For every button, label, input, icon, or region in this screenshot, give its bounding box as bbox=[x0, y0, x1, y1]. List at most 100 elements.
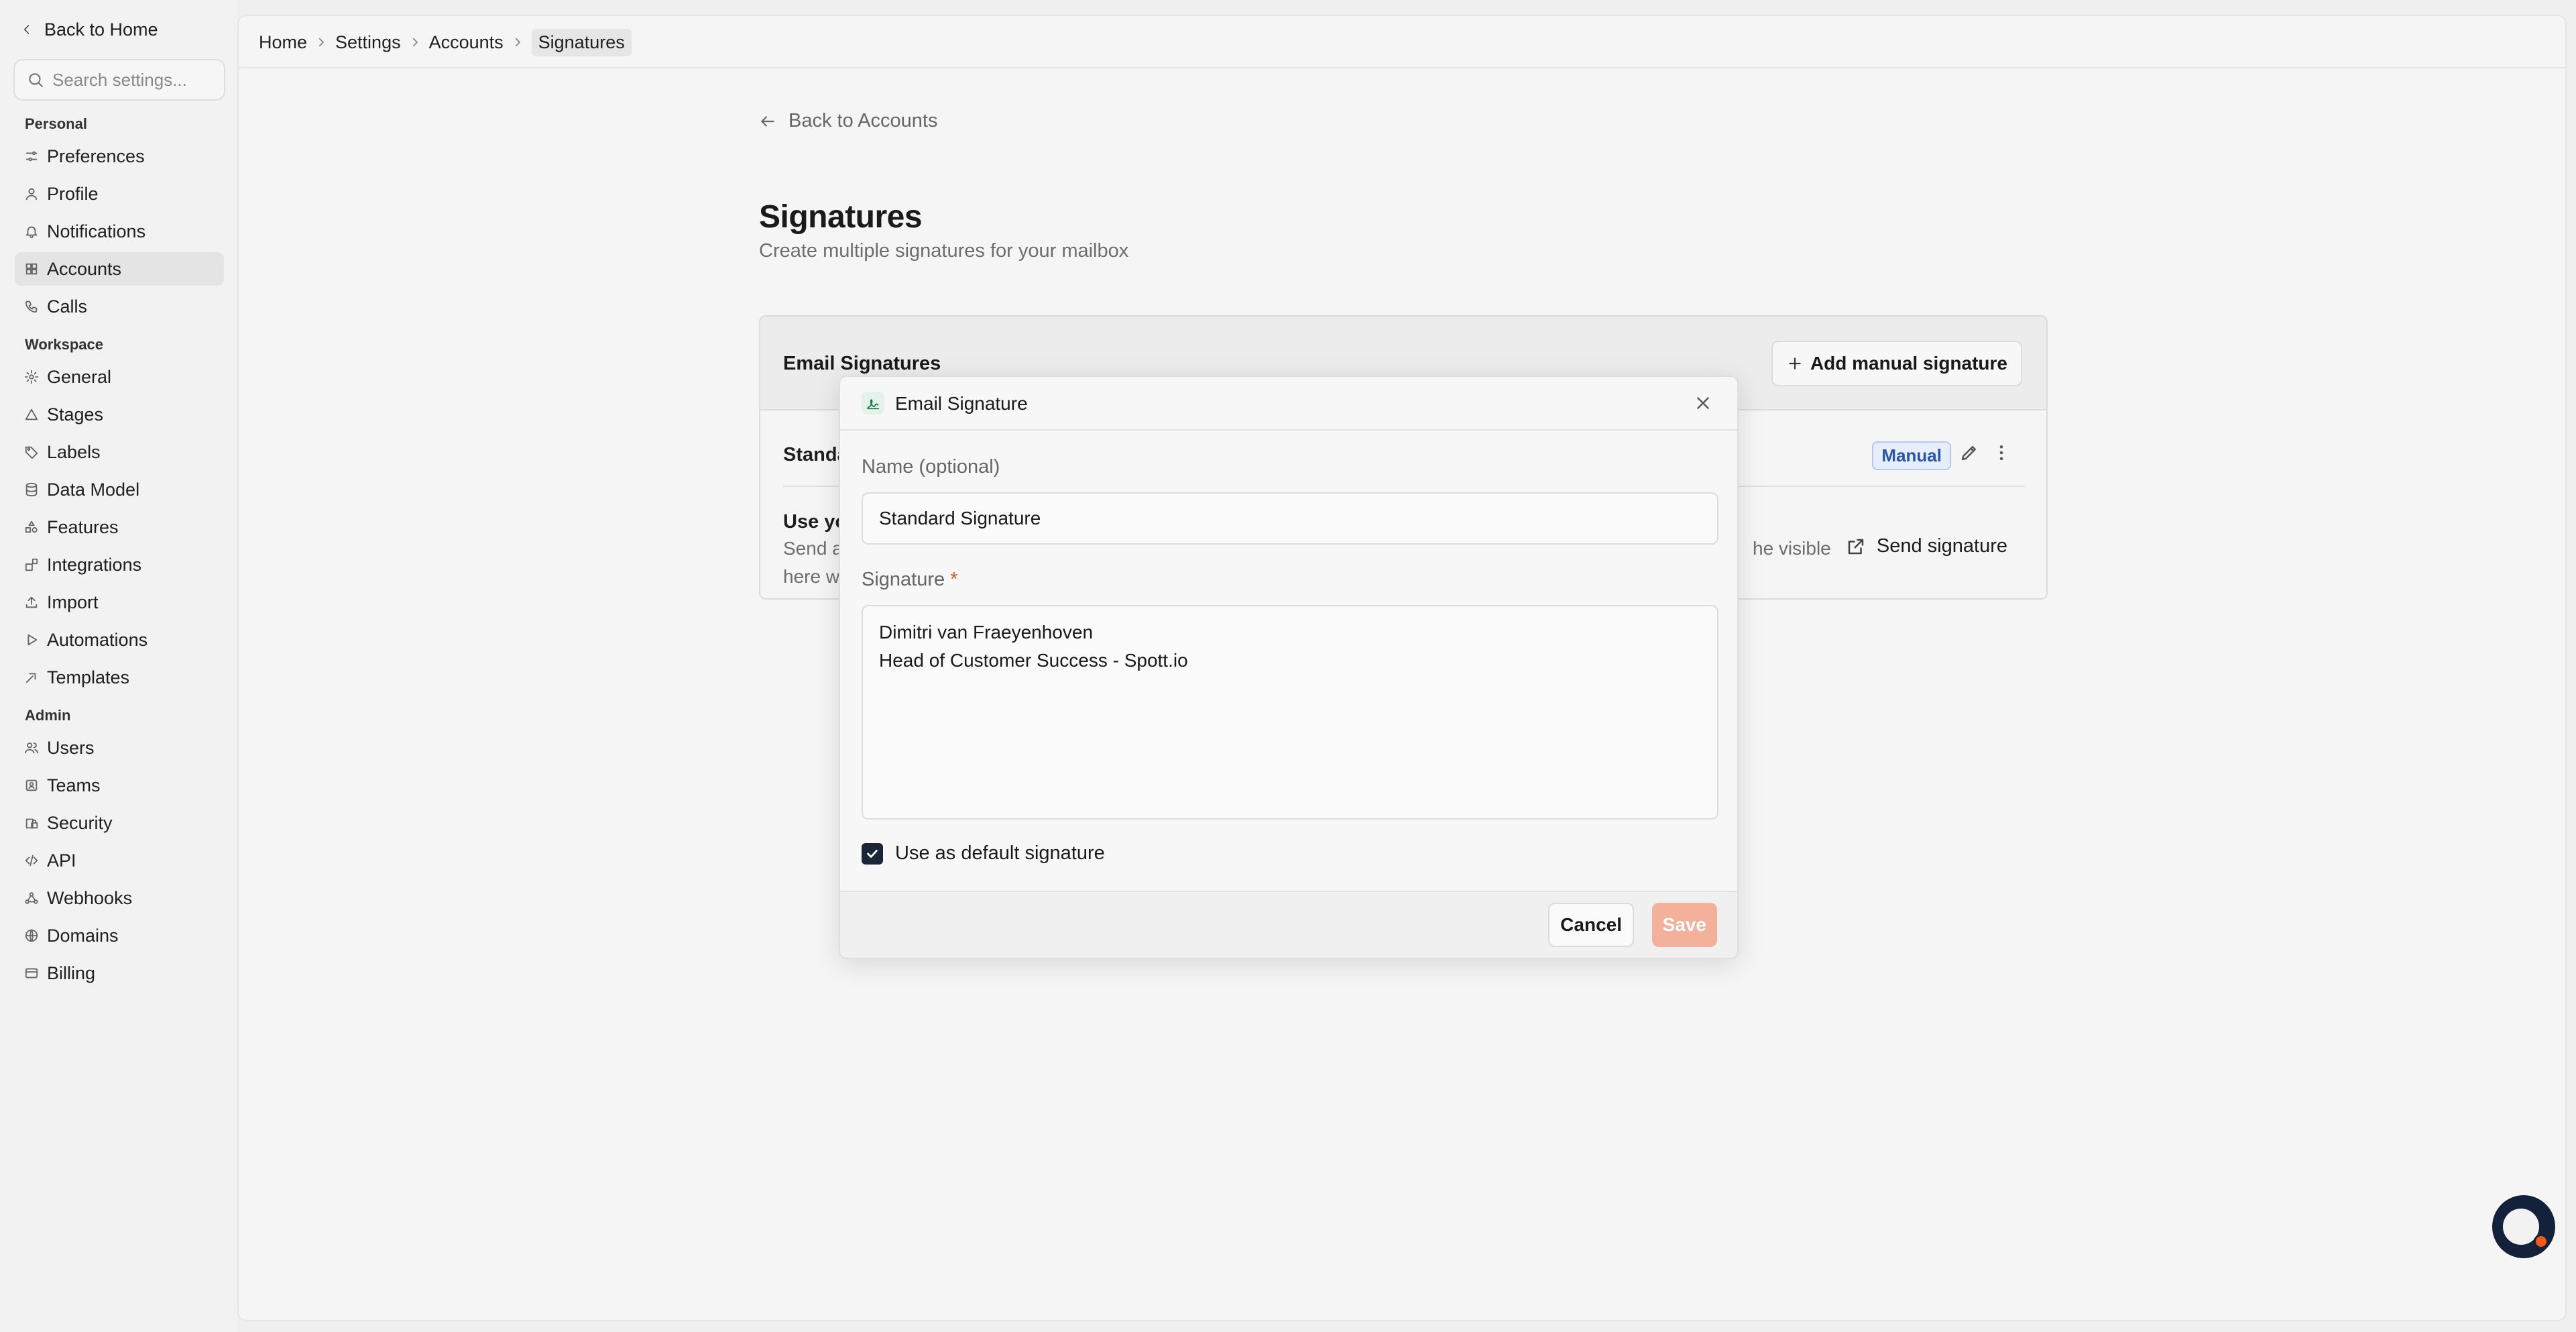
shapes-icon bbox=[25, 520, 38, 533]
add-manual-signature-label: Add manual signature bbox=[1810, 353, 2007, 374]
add-manual-signature-button[interactable]: Add manual signature bbox=[1771, 341, 2022, 386]
use-signature-desc-line1: Send a bbox=[783, 538, 843, 559]
sidebar-item-preferences[interactable]: Preferences bbox=[15, 140, 224, 173]
bell-icon bbox=[25, 226, 38, 239]
user-icon bbox=[25, 188, 38, 201]
sidebar-item-features[interactable]: Features bbox=[15, 510, 224, 544]
gear-icon bbox=[24, 370, 39, 384]
sidebar-item-label: Webhooks bbox=[47, 887, 133, 908]
sidebar-item-label: Stages bbox=[47, 404, 104, 425]
sidebar-item-import[interactable]: Import bbox=[15, 586, 224, 619]
grid-icon bbox=[25, 263, 38, 275]
back-to-accounts-link[interactable]: Back to Accounts bbox=[759, 110, 937, 132]
sidebar-item-automations[interactable]: Automations bbox=[15, 623, 224, 657]
external-link-icon bbox=[1848, 539, 1864, 554]
email-signature-dialog: Email Signature Name (optional) Signatur… bbox=[839, 376, 1739, 959]
check-icon bbox=[867, 849, 878, 858]
globe-icon bbox=[25, 929, 38, 942]
cancel-button[interactable]: Cancel bbox=[1548, 903, 1634, 947]
blocks-icon bbox=[25, 558, 38, 571]
support-chat-button[interactable] bbox=[2492, 1195, 2555, 1258]
sidebar-item-integrations[interactable]: Integrations bbox=[15, 548, 224, 581]
sidebar-item-data-model[interactable]: Data Model bbox=[15, 473, 224, 506]
play-icon bbox=[27, 634, 38, 646]
sidebar-item-api[interactable]: API bbox=[15, 844, 224, 877]
database-icon bbox=[25, 482, 38, 497]
breadcrumb-signatures: Signatures bbox=[531, 28, 632, 56]
signature-field-label: Signature * bbox=[862, 569, 958, 591]
sidebar-item-general[interactable]: General bbox=[15, 360, 224, 394]
send-signature-button[interactable]: Send signature bbox=[1846, 535, 2007, 557]
settings-search-input[interactable] bbox=[52, 69, 213, 91]
sidebar-item-label: Billing bbox=[47, 962, 96, 983]
dialog-header: Email Signature bbox=[840, 377, 1737, 431]
sidebar-item-label: Features bbox=[47, 516, 119, 537]
back-to-accounts-label: Back to Accounts bbox=[788, 110, 938, 131]
signature-label-text: Signature bbox=[862, 569, 945, 590]
back-to-home-label: Back to Home bbox=[44, 19, 158, 40]
breadcrumb-settings[interactable]: Settings bbox=[335, 32, 401, 53]
sidebar-item-label: Notifications bbox=[47, 221, 146, 241]
settings-search[interactable] bbox=[13, 59, 225, 101]
sidebar-item-label: Data Model bbox=[47, 479, 140, 500]
save-button[interactable]: Save bbox=[1651, 903, 1717, 947]
tag-icon bbox=[25, 446, 38, 459]
page-subtitle: Create multiple signatures for your mail… bbox=[759, 240, 1129, 262]
sidebar-item-label: API bbox=[47, 850, 76, 871]
dialog-title: Email Signature bbox=[895, 393, 1028, 414]
use-signature-title: Use yo bbox=[783, 511, 847, 533]
back-to-home-link[interactable]: Back to Home bbox=[20, 16, 158, 43]
sliders-icon bbox=[25, 151, 38, 162]
sidebar-item-label: Templates bbox=[47, 667, 130, 687]
sidebar-item-profile[interactable]: Profile bbox=[15, 177, 224, 211]
arrow-left-icon bbox=[761, 115, 774, 127]
name-field-label: Name (optional) bbox=[862, 456, 1000, 478]
close-icon bbox=[1697, 397, 1709, 409]
breadcrumb-accounts[interactable]: Accounts bbox=[429, 32, 504, 53]
sidebar-item-users[interactable]: Users bbox=[15, 731, 224, 765]
search-icon bbox=[29, 73, 43, 87]
sidebar-item-billing[interactable]: Billing bbox=[15, 956, 224, 990]
sidebar-item-templates[interactable]: Templates bbox=[15, 661, 224, 694]
code-icon bbox=[25, 854, 38, 867]
default-signature-label: Use as default signature bbox=[895, 842, 1105, 864]
edit-signature-button[interactable] bbox=[1959, 443, 1979, 463]
close-dialog-button[interactable] bbox=[1693, 393, 1713, 413]
sidebar-item-label: Import bbox=[47, 592, 99, 612]
team-icon bbox=[25, 779, 38, 791]
default-signature-checkbox[interactable] bbox=[862, 842, 883, 865]
sidebar-item-label: Calls bbox=[47, 296, 88, 317]
breadcrumb: Home Settings Accounts Signatures bbox=[259, 23, 632, 62]
chevron-right-icon bbox=[512, 36, 524, 48]
required-mark: * bbox=[950, 569, 958, 590]
more-options-button[interactable] bbox=[1991, 443, 2011, 463]
send-signature-label: Send signature bbox=[1876, 535, 2007, 557]
sidebar-item-webhooks[interactable]: Webhooks bbox=[15, 881, 224, 915]
sidebar-item-domains[interactable]: Domains bbox=[15, 919, 224, 952]
sidebar-item-accounts[interactable]: Accounts bbox=[15, 252, 224, 286]
sidebar-item-calls[interactable]: Calls bbox=[15, 290, 224, 323]
sidebar-item-labels[interactable]: Labels bbox=[15, 435, 224, 469]
sidebar-item-security[interactable]: Security bbox=[15, 806, 224, 840]
sidebar-item-label: Integrations bbox=[47, 554, 142, 575]
chat-notification-dot bbox=[2534, 1234, 2549, 1249]
page-title: Signatures bbox=[759, 199, 923, 235]
sidebar-item-label: Users bbox=[47, 737, 95, 758]
webhook-icon bbox=[25, 892, 38, 904]
signature-name-input[interactable] bbox=[862, 492, 1718, 545]
sidebar-item-label: Labels bbox=[47, 441, 101, 462]
settings-sidebar: Back to Home Personal Preferences Profil… bbox=[0, 0, 237, 1332]
sidebar-item-notifications[interactable]: Notifications bbox=[15, 215, 224, 248]
sidebar-item-stages[interactable]: Stages bbox=[15, 398, 224, 431]
sidebar-item-label: Teams bbox=[47, 775, 101, 795]
sidebar-item-label: General bbox=[47, 366, 112, 387]
sidebar-item-label: Accounts bbox=[47, 258, 122, 279]
dialog-footer: Cancel Save bbox=[840, 891, 1737, 958]
sidebar-item-label: Security bbox=[47, 812, 113, 833]
default-signature-option[interactable]: Use as default signature bbox=[862, 842, 1105, 865]
sidebar-item-label: Preferences bbox=[47, 146, 145, 166]
chevron-right-icon bbox=[315, 36, 327, 48]
sidebar-item-teams[interactable]: Teams bbox=[15, 769, 224, 802]
signature-textarea[interactable]: Dimitri van Fraeyenhoven Head of Custome… bbox=[862, 605, 1718, 820]
breadcrumb-home[interactable]: Home bbox=[259, 32, 307, 53]
